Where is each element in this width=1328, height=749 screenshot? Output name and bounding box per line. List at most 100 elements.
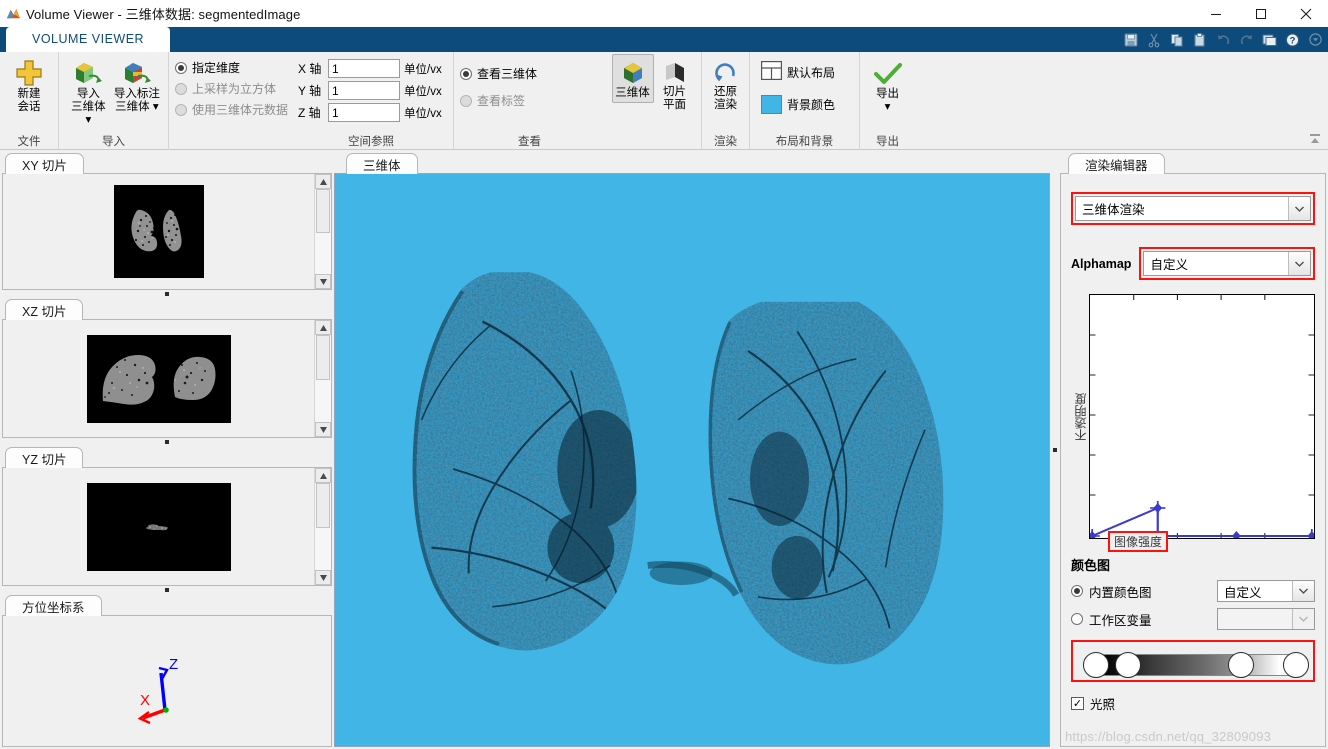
panel-tabrow-yz: YZ 切片 — [2, 446, 332, 468]
lighting-label: 光照 — [1090, 698, 1116, 712]
tab-volume-viewer[interactable]: VOLUME VIEWER — [6, 27, 171, 52]
undo-icon[interactable] — [1212, 29, 1234, 50]
save-icon[interactable] — [1120, 29, 1142, 50]
radio-upsample-to-cube[interactable]: 上采样为立方体 — [175, 80, 288, 97]
new-session-button[interactable]: 新建 会话 — [6, 56, 52, 116]
xz-slice-scrollbar[interactable] — [314, 320, 331, 437]
scroll-up-icon[interactable] — [315, 320, 331, 335]
scroll-down-icon[interactable] — [315, 570, 331, 585]
scroll-down-icon[interactable] — [315, 274, 331, 289]
volume-viewport[interactable] — [334, 173, 1050, 747]
volume-view-button[interactable]: 三维体 — [611, 54, 654, 103]
radio-mark-icon — [175, 103, 187, 116]
scroll-up-icon[interactable] — [315, 468, 331, 483]
lighting-checkbox[interactable]: ✓ — [1071, 697, 1084, 710]
xz-slice-canvas[interactable] — [3, 320, 314, 437]
radio-view-labels[interactable]: 查看标签 — [460, 92, 554, 109]
orientation-axes-canvas[interactable]: X Z — [3, 616, 331, 746]
scroll-thumb[interactable] — [316, 335, 330, 381]
colormap-builtin-row: 内置颜色图 自定义 — [1071, 580, 1315, 602]
radio-use-volume-metadata[interactable]: 使用三维体元数据 — [175, 101, 288, 118]
scroll-track[interactable] — [315, 335, 331, 422]
panel-yz-slice: YZ 切片 — [2, 446, 332, 586]
gradient-knob-3[interactable] — [1228, 652, 1254, 678]
tab-3d-volume[interactable]: 三维体 — [346, 153, 418, 174]
x-axis-input[interactable] — [328, 59, 401, 78]
z-axis-unit: 单位/vx — [404, 107, 442, 120]
gradient-knob-4[interactable] — [1283, 652, 1309, 678]
axis-label-x: X — [140, 692, 150, 709]
export-dropdown-arrow[interactable]: ▾ — [885, 101, 891, 114]
chevron-down-icon[interactable] — [1304, 29, 1326, 50]
import-labeled-volume-button[interactable]: 导入标注 三维体 ▾ — [112, 56, 162, 116]
z-axis-input[interactable] — [328, 103, 401, 122]
yz-slice-scrollbar[interactable] — [314, 468, 331, 585]
group-label-spatial: 空间参照 — [348, 136, 394, 148]
close-button[interactable] — [1283, 0, 1328, 27]
splitter-xz-yz[interactable] — [2, 438, 332, 446]
radio-mark-icon — [1071, 585, 1083, 597]
import-volume-button[interactable]: 导入 三维体 ▾ — [65, 56, 112, 129]
gradient-knob-2[interactable] — [1115, 652, 1141, 678]
panel-box-orientation: X Z — [2, 615, 332, 747]
lighting-row[interactable]: ✓ 光照 — [1071, 694, 1315, 713]
tab-xz-slice[interactable]: XZ 切片 — [5, 299, 84, 320]
radio-label: 上采样为立方体 — [192, 82, 277, 96]
slice-planes-label-1: 切片 — [663, 86, 686, 98]
radio-workspace-variable[interactable]: 工作区变量 — [1071, 610, 1211, 629]
radio-view-volume[interactable]: 查看三维体 — [460, 65, 554, 82]
orientation-axes-svg: X Z — [137, 656, 178, 725]
radio-mark-icon — [175, 61, 187, 74]
new-session-label-2: 会话 — [17, 101, 41, 113]
restore-render-button[interactable]: 还原 渲染 — [708, 54, 743, 114]
scroll-track[interactable] — [315, 483, 331, 570]
default-layout-button[interactable]: 默认布局 — [756, 58, 840, 86]
redo-icon[interactable] — [1235, 29, 1257, 50]
xy-slice-scrollbar[interactable] — [314, 174, 331, 289]
splitter-yz-orientation[interactable] — [2, 586, 332, 594]
scroll-down-icon[interactable] — [315, 422, 331, 437]
scroll-thumb[interactable] — [316, 483, 330, 529]
help-icon[interactable]: ? — [1281, 29, 1303, 50]
colormap-workspace-row: 工作区变量 — [1071, 608, 1315, 630]
tab-xy-slice[interactable]: XY 切片 — [5, 153, 84, 174]
export-button[interactable]: 导出 ▾ — [866, 56, 909, 116]
scroll-track[interactable] — [315, 189, 331, 274]
scroll-up-icon[interactable] — [315, 174, 331, 189]
cut-icon[interactable] — [1143, 29, 1165, 50]
svg-text:?: ? — [1289, 35, 1295, 46]
colormap-gradient-editor[interactable] — [1075, 644, 1311, 678]
workspace-variable-select[interactable] — [1217, 608, 1315, 630]
maximize-button[interactable] — [1238, 0, 1283, 27]
yz-slice-canvas[interactable] — [3, 468, 314, 585]
tab-orientation-axes[interactable]: 方位坐标系 — [5, 595, 102, 616]
copy-icon[interactable] — [1166, 29, 1188, 50]
alphamap-plot[interactable]: 图像强度 — [1084, 294, 1320, 552]
collapse-ribbon-button[interactable] — [1306, 131, 1324, 147]
alphamap-select[interactable]: 自定义 — [1143, 251, 1311, 276]
paste-icon[interactable] — [1189, 29, 1211, 50]
tab-yz-slice[interactable]: YZ 切片 — [5, 447, 84, 468]
splitter-xy-xz[interactable] — [2, 290, 332, 298]
window-icon[interactable] — [1258, 29, 1280, 50]
slice-planes-button[interactable]: 切片 平面 — [655, 54, 695, 114]
render-editor-tabrow: 渲染编辑器 — [1060, 152, 1326, 174]
xy-slice-canvas[interactable] — [3, 174, 314, 289]
builtin-colormap-label: 内置颜色图 — [1089, 585, 1152, 600]
splitter-viewport-right[interactable] — [1050, 150, 1060, 749]
radio-builtin-colormap[interactable]: 内置颜色图 — [1071, 582, 1211, 601]
gradient-knob-1[interactable] — [1083, 652, 1109, 678]
x-axis-label: X 轴 — [298, 62, 322, 76]
builtin-colormap-select[interactable]: 自定义 — [1217, 580, 1315, 602]
radio-label: 指定维度 — [192, 61, 241, 75]
y-axis-input[interactable] — [328, 81, 401, 100]
minimize-button[interactable] — [1193, 0, 1238, 27]
radio-label: 查看三维体 — [477, 67, 538, 81]
scroll-thumb[interactable] — [316, 189, 330, 234]
left-panel-column: XY 切片 XZ 切片 YZ 切片 方位坐标系 X Z — [0, 150, 334, 749]
radio-specify-dimensions[interactable]: 指定维度 — [175, 59, 288, 76]
background-color-button[interactable]: 背景颜色 — [756, 92, 840, 117]
tab-render-editor[interactable]: 渲染编辑器 — [1068, 153, 1165, 174]
ribbon-group-render: 还原 渲染 渲染 — [701, 52, 749, 150]
render-mode-select[interactable]: 三维体渲染 — [1075, 196, 1311, 221]
